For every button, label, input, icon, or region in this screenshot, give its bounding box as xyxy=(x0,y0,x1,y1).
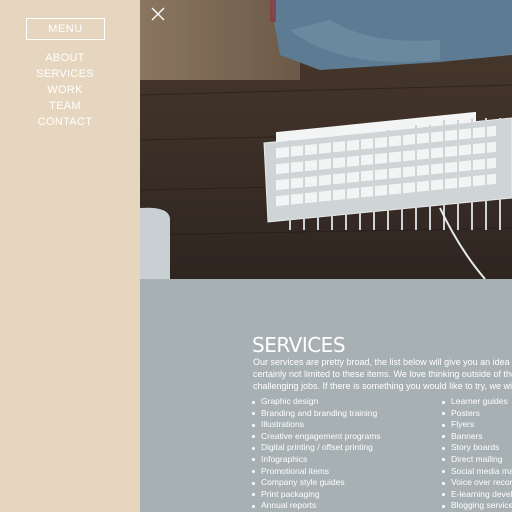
service-item: Social media mar xyxy=(442,466,512,478)
services-section: SERVICES Our services are pretty broad, … xyxy=(140,279,512,512)
services-list-left: Graphic design Branding and branding tra… xyxy=(252,396,381,512)
service-item: Blogging services xyxy=(442,500,512,512)
service-item: Story boards xyxy=(442,442,512,454)
nav-item-contact[interactable]: CONTACT xyxy=(0,114,130,130)
service-item: Creative engagement programs xyxy=(252,431,381,443)
nav-item-about[interactable]: ABOUT xyxy=(0,50,130,66)
service-item: Voice over recor xyxy=(442,477,512,489)
service-item: Direct mailing xyxy=(442,454,512,466)
services-title: SERVICES xyxy=(252,333,346,357)
intro-line: challenging jobs. If there is something … xyxy=(253,381,512,391)
hero-image xyxy=(140,0,512,279)
nav-menu: ABOUT SERVICES WORK TEAM CONTACT xyxy=(0,50,130,130)
service-item: Company style guides xyxy=(252,477,381,489)
service-item: Learner guides xyxy=(442,396,512,408)
service-item: Infographics xyxy=(252,454,381,466)
service-item: Digital printing / offset printing xyxy=(252,442,381,454)
service-item: Branding and branding training xyxy=(252,408,381,420)
service-item: Flyers xyxy=(442,419,512,431)
nav-item-services[interactable]: SERVICES xyxy=(0,66,130,82)
service-item: Posters xyxy=(442,408,512,420)
service-item: Illustrations xyxy=(252,419,381,431)
services-list-right: Learner guides Posters Flyers Banners St… xyxy=(442,396,512,512)
services-intro: Our services are pretty broad, the list … xyxy=(253,356,512,392)
nav-item-work[interactable]: WORK xyxy=(0,82,130,98)
service-item: Banners xyxy=(442,431,512,443)
desk-photo xyxy=(140,0,512,279)
service-item: Graphic design xyxy=(252,396,381,408)
close-icon[interactable] xyxy=(150,6,166,22)
sidebar: MENU ABOUT SERVICES WORK TEAM CONTACT xyxy=(0,0,140,512)
service-item: Promotional items xyxy=(252,466,381,478)
service-item: Annual reports xyxy=(252,500,381,512)
intro-line: Our services are pretty broad, the list … xyxy=(253,357,512,367)
menu-button[interactable]: MENU xyxy=(26,18,105,40)
service-item: E-learning develo xyxy=(442,489,512,501)
service-item: Print packaging xyxy=(252,489,381,501)
nav-item-team[interactable]: TEAM xyxy=(0,98,130,114)
intro-line: certainly not limited to these items. We… xyxy=(253,369,512,379)
